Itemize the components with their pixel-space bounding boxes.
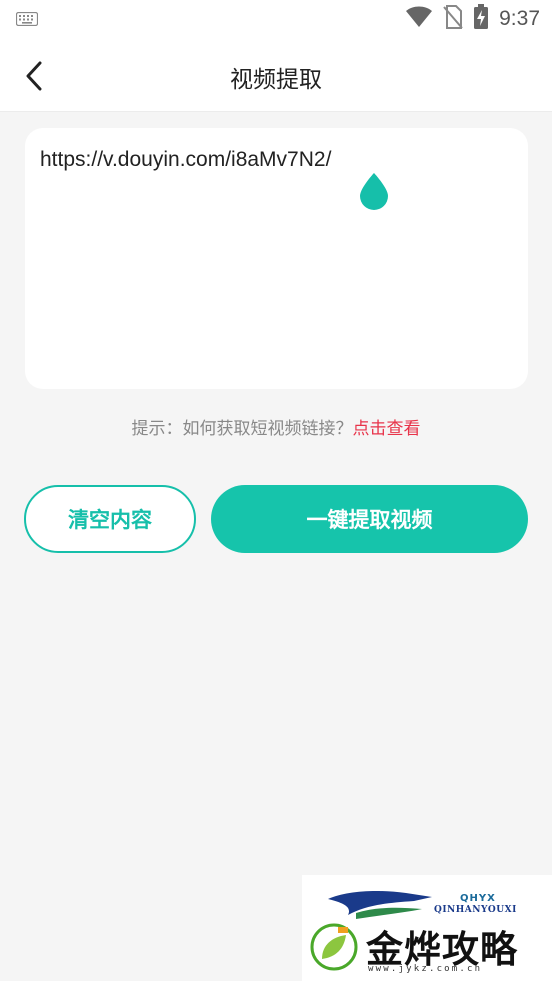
view-instructions-link[interactable]: 点击查看: [353, 419, 421, 439]
keyboard-icon: [15, 11, 39, 30]
wifi-icon: [405, 6, 433, 32]
hint-text: 提示：如何获取短视频链接？点击查看: [0, 414, 552, 439]
text-cursor-handle[interactable]: [359, 172, 389, 216]
watermark-brand-sub: QINHANYOUXI: [434, 905, 517, 915]
watermark-logo: QHYX QINHANYOUXI 金烨攻略网 www.jykz.com.cn: [302, 875, 552, 981]
url-input-field[interactable]: https://v.douyin.com/i8aMv7N2/: [25, 128, 528, 389]
status-bar: 9:37: [0, 0, 552, 38]
bird-logo-icon: [328, 891, 432, 919]
watermark-site: www.jykz.com.cn: [368, 964, 483, 974]
watermark-brand: QHYX: [460, 893, 496, 904]
page-title: 视频提取: [230, 67, 322, 93]
clock: 9:37: [499, 7, 540, 30]
clear-content-button[interactable]: 清空内容: [24, 485, 196, 553]
hint-prefix: 提示：如何获取短视频链接？: [131, 419, 353, 439]
leaf-plug-icon: [310, 923, 358, 971]
extract-video-button[interactable]: 一键提取视频: [211, 485, 528, 553]
no-sim-icon: [443, 5, 463, 33]
url-input-value[interactable]: https://v.douyin.com/i8aMv7N2/: [40, 148, 331, 172]
battery-charging-icon: [473, 4, 489, 34]
app-bar: 视频提取: [0, 38, 552, 112]
